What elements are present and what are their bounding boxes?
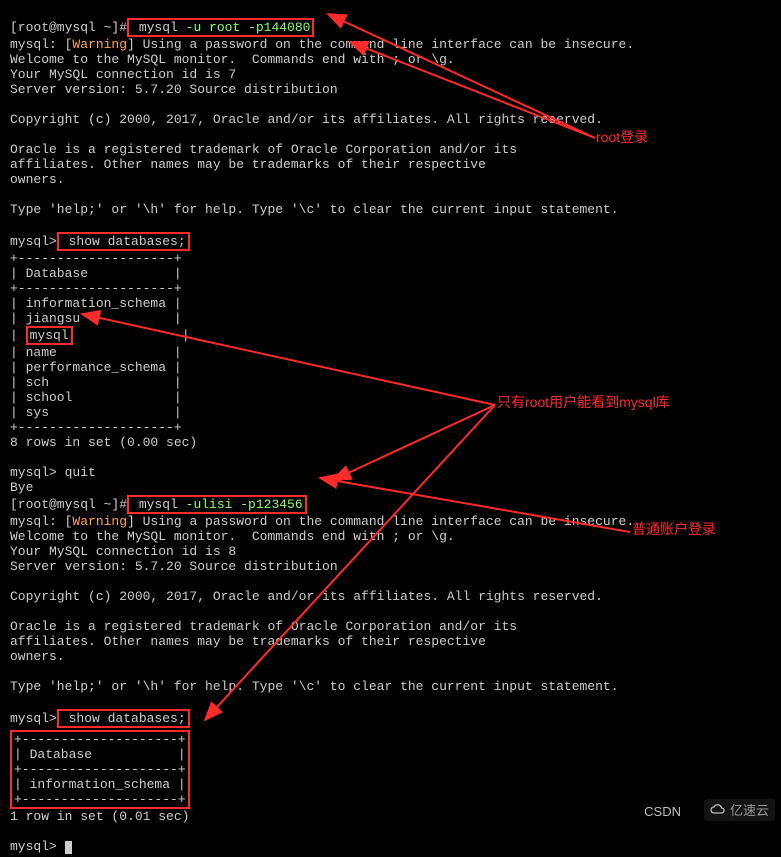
cursor (65, 841, 72, 854)
annotation-root-login: root登录 (596, 130, 648, 145)
cmd-lisi-login-box: mysql -ulisi -p123456 (127, 495, 307, 514)
cmd-root-login-box: mysql -u root -p144080 (127, 18, 314, 37)
warning-word: Warning (72, 514, 127, 529)
brand-watermark: 亿速云 (704, 799, 775, 821)
cmd-show-databases-box-2: show databases; (57, 709, 190, 728)
annotation-normal-login: 普通账户登录 (632, 522, 716, 537)
warning-word: Warning (72, 37, 127, 52)
annotation-mysql-db: 只有root用户能看到mysql库 (497, 395, 670, 410)
lisi-db-result-box: +--------------------+ | Database | +---… (10, 730, 190, 809)
terminal-output: [root@mysql ~]# mysql -u root -p144080 m… (0, 0, 781, 857)
cloud-icon (710, 802, 726, 818)
shell-prompt: [root@mysql ~]# (10, 20, 127, 35)
csdn-watermark: CSDN (644, 804, 681, 819)
cmd-show-databases-box: show databases; (57, 232, 190, 251)
mysql-db-row-box: mysql (26, 326, 73, 345)
